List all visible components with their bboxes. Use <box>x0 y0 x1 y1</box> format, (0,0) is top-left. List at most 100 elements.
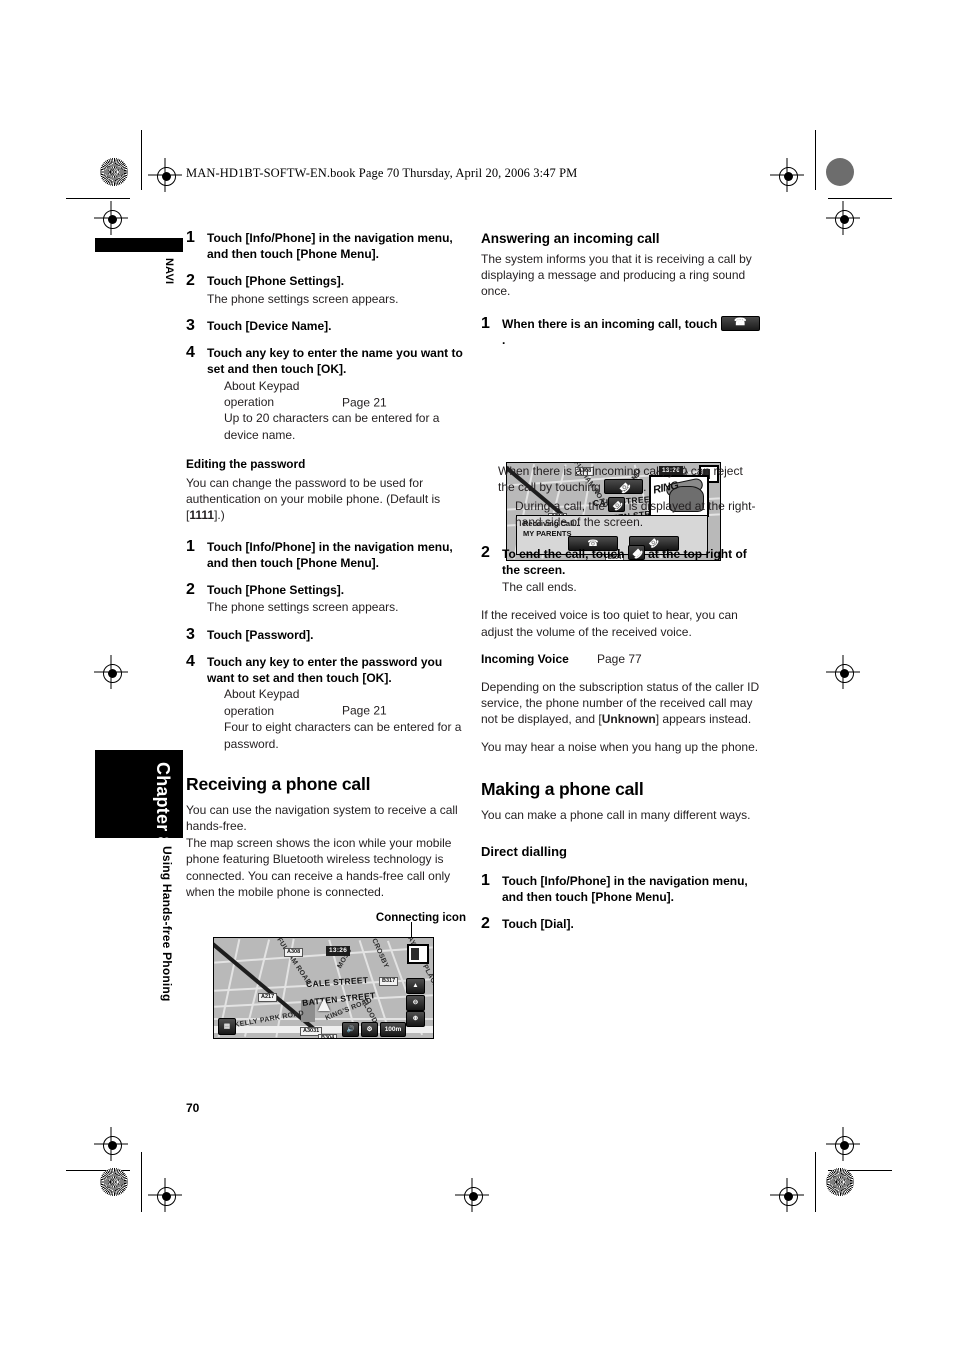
registration-dot-bottom-left <box>100 1168 128 1196</box>
reject-call-text-end: . <box>643 480 647 495</box>
step-item: 2 Touch [Dial]. <box>481 915 761 932</box>
crop-line-upper-left-horizontal <box>66 198 130 199</box>
ok-keyword: OK <box>366 671 385 686</box>
reference-line: About Keypad operation Page 21 <box>224 686 466 719</box>
step-text-before: To end the call, touch <box>502 546 625 561</box>
step-text: To end the call, touch ☎ at the top righ… <box>502 544 761 578</box>
chapter-title-label: Using Hands-free Phoning <box>160 846 174 1002</box>
reference-label: Incoming Voice <box>481 652 569 667</box>
registration-mark-bottom-center <box>455 1178 489 1212</box>
step-number: 1 <box>186 537 195 555</box>
registration-mark-bottom-right <box>770 1178 804 1212</box>
step-item: 2 Touch [Phone Settings]. The phone sett… <box>186 581 466 616</box>
registration-mark-lower-right <box>826 1127 860 1161</box>
step-text-after: . <box>502 332 506 347</box>
map-menu-button[interactable]: ▤ <box>218 1018 236 1035</box>
map-road-badge: A217 <box>258 993 278 1002</box>
step-item: 3 Touch [Password]. <box>186 625 466 643</box>
step-note: The phone settings screen appears. <box>207 291 399 306</box>
direct-dialling-heading: Direct dialling <box>481 843 567 859</box>
caller-id-note: Depending on the subscription status of … <box>481 679 761 728</box>
default-password-value: 1111 <box>189 508 215 523</box>
editing-password-body-2: ].) <box>214 508 225 523</box>
step-text: Touch [Dial]. <box>502 916 574 931</box>
map-clock: 13:26 <box>326 946 351 956</box>
right-column: Answering an incoming call The system in… <box>481 230 761 358</box>
step-number: 1 <box>186 229 195 246</box>
right-column-continued: When there is an incoming call, you can … <box>481 463 761 943</box>
phone-hangup-glyph: ☎ <box>610 497 626 513</box>
receiving-call-para-1: You can use the navigation system to rec… <box>186 803 458 834</box>
incoming-voice-reference: Incoming Voice Page 77 <box>481 651 761 667</box>
page-number: 70 <box>186 1101 200 1115</box>
map-screenshot: CALE STREET BATTEN STREET FULHAM ROAD MO… <box>213 937 434 1039</box>
step-text: Touch [Info/Phone] in the navigation men… <box>207 231 453 262</box>
reference-page: Page 21 <box>342 395 387 410</box>
unknown-keyword: Unknown <box>601 712 656 727</box>
registration-mark-lower-left <box>94 1127 128 1161</box>
step-note: The phone settings screen appears. <box>207 600 399 615</box>
map-zoom-out-button[interactable]: ⊖ <box>406 995 425 1011</box>
step-text-before: When there is an incoming call, touch <box>502 316 718 331</box>
registration-dot-bottom-right <box>826 1168 854 1196</box>
receiving-call-para-2: The map screen shows the icon while your… <box>186 835 452 900</box>
step-item: 4 Touch any key to enter the name you wa… <box>186 344 466 443</box>
registration-mark-middle-right <box>826 655 860 689</box>
navi-tab-bar <box>95 238 183 252</box>
answering-call-heading: Answering an incoming call <box>481 231 660 246</box>
left-column: 1 Touch [Info/Phone] in the navigation m… <box>186 229 466 927</box>
crop-line-upper-right-horizontal <box>828 198 892 199</box>
registration-mark-top-right <box>770 158 804 192</box>
reference-page: Page 77 <box>597 652 642 667</box>
map-road-badge: B304 <box>318 1034 338 1038</box>
step-text: Touch any key to enter the name you want… <box>207 346 463 377</box>
crop-line-bottom-right-vertical <box>815 1152 816 1212</box>
reject-call-icon[interactable]: ☎ <box>604 479 644 496</box>
map-zoom-in-button[interactable]: ⊕ <box>406 1011 425 1027</box>
step-indent-note: Up to 20 characters can be entered for a… <box>224 411 440 442</box>
reject-call-note: When there is an incoming call, you can … <box>498 463 761 496</box>
registration-mark-top-left <box>148 158 182 192</box>
answering-call-para-1: The system informs you that it is receiv… <box>481 251 752 299</box>
editing-password-heading: Editing the password <box>186 457 306 472</box>
registration-mark-upper-left <box>94 201 128 235</box>
step-note: The call ends. <box>502 580 577 595</box>
crop-line-top-left-vertical <box>141 130 142 190</box>
connecting-icon-caption: Connecting icon <box>375 912 466 925</box>
registration-dot-top-right <box>826 158 854 186</box>
step-text: When there is an incoming call, touch ☎. <box>502 315 761 348</box>
step-text: Touch any key to enter the password you … <box>207 655 443 686</box>
end-call-icon[interactable]: ☎ <box>627 544 645 561</box>
end-call-icon[interactable]: ☎ <box>608 496 626 513</box>
step-number: 3 <box>186 625 195 643</box>
map-volume-button[interactable]: 🔊 <box>342 1022 359 1037</box>
registration-mark-middle-left <box>94 655 128 689</box>
step-item: 2 To end the call, touch ☎ at the top ri… <box>481 543 761 596</box>
during-call-note: During a call, the ☎ is displayed at the… <box>515 496 761 531</box>
ok-keyword: OK <box>321 362 339 377</box>
crop-line-bottom-left-vertical <box>141 1152 142 1212</box>
crop-line-top-right-vertical <box>815 130 816 190</box>
step-number: 2 <box>481 543 490 561</box>
reference-line: About Keypad operation Page 21 <box>224 378 466 411</box>
making-call-para-1: You can make a phone call in many differ… <box>481 808 751 823</box>
book-header-line: MAN-HD1BT-SOFTW-EN.book Page 70 Thursday… <box>186 166 578 180</box>
step-item: 1 When there is an incoming call, touch … <box>481 314 761 348</box>
step-number: 4 <box>186 653 195 671</box>
reference-label: About Keypad operation <box>224 687 300 718</box>
registration-mark-upper-right <box>826 201 860 235</box>
hangup-noise-note: You may hear a noise when you hang up th… <box>481 739 759 754</box>
step-number: 1 <box>481 314 490 332</box>
map-scale-indicator[interactable]: 100m <box>380 1022 406 1037</box>
registration-dot-top-left <box>100 158 128 186</box>
answer-call-icon[interactable]: ☎ <box>720 315 760 331</box>
phone-receiver-glyph: ☎ <box>733 316 747 328</box>
map-info-button[interactable]: ⚙ <box>361 1022 378 1037</box>
step-item: 1 Touch [Info/Phone] in the navigation m… <box>186 537 466 571</box>
step-item: 3 Touch [Device Name]. <box>186 317 466 334</box>
step-number: 2 <box>186 272 195 290</box>
step-item: 1 Touch [Info/Phone] in the navigation m… <box>186 229 466 262</box>
step-number: 2 <box>186 581 195 599</box>
during-call-text-before: During a call, the <box>515 498 606 513</box>
map-direction-button[interactable]: ▲ <box>406 978 425 994</box>
